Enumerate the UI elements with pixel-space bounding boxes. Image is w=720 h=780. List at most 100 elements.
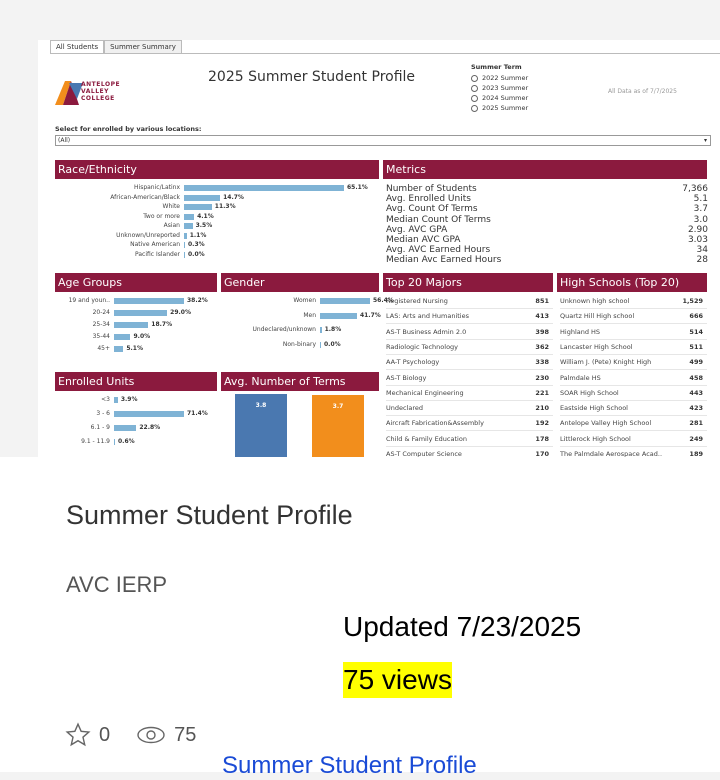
units-bar[interactable] (114, 439, 115, 445)
radio-icon[interactable] (471, 104, 478, 112)
terms-bar[interactable]: 3.7 (312, 395, 364, 457)
high-school-label: Unknown high school (560, 297, 630, 305)
radio-icon[interactable] (471, 74, 478, 82)
major-row[interactable]: Undeclared 210 (386, 401, 553, 417)
tab-summer-summary[interactable]: Summer Summary (104, 40, 182, 53)
high-school-count: 249 (689, 434, 703, 443)
views-count: 75 (174, 723, 197, 746)
metric-row: Number of Students 7,366 (386, 185, 708, 194)
terms-bar-value: 3.8 (255, 401, 267, 409)
high-school-row[interactable]: The Palmdale Aerospace Acad.. 189 (560, 447, 707, 457)
major-row[interactable]: AS-T Business Admin 2.0 398 (386, 325, 553, 340)
high-school-row[interactable]: Unknown high school 1,529 (560, 294, 707, 309)
units-label: 3 - 6 (96, 410, 110, 417)
units-bar[interactable] (114, 425, 137, 431)
gender-bar[interactable] (320, 298, 370, 304)
terms-bar[interactable]: 3.8 (235, 393, 287, 457)
high-school-row[interactable]: Littlerock High School 249 (560, 432, 707, 447)
radio-icon[interactable] (471, 94, 478, 102)
metric-row: Median Count Of Terms 3.0 (386, 215, 708, 224)
major-count: 413 (535, 312, 549, 321)
term-option[interactable]: 2023 Summer (471, 83, 571, 93)
race-bar[interactable] (184, 251, 185, 258)
major-row[interactable]: LAS: Arts and Humanities 413 (386, 309, 553, 325)
high-school-count: 443 (689, 388, 703, 397)
star-icon[interactable] (65, 722, 91, 748)
high-school-row[interactable]: Quartz Hill High school 666 (560, 309, 707, 325)
high-school-row[interactable]: William J. (Pete) Knight High 499 (560, 355, 707, 371)
age-row: 20-24 29.0% (55, 309, 220, 317)
major-label: AS-T Business Admin 2.0 (386, 327, 467, 336)
chevron-down-icon[interactable]: ▾ (704, 136, 707, 145)
race-label: African-American/Black (110, 193, 180, 201)
workbook-link[interactable]: Summer Student Profile (222, 752, 477, 780)
major-count: 192 (535, 419, 549, 428)
major-row[interactable]: Aircraft Fabrication&Assembly 192 (386, 416, 553, 432)
major-count: 221 (535, 388, 549, 397)
major-label: Aircraft Fabrication&Assembly (386, 419, 484, 428)
race-bar[interactable] (184, 213, 195, 220)
units-bar[interactable] (114, 411, 184, 417)
high-school-row[interactable]: Highland HS 514 (560, 325, 707, 340)
major-row[interactable]: Mechanical Engineering 221 (386, 386, 553, 401)
major-label: AS-T Biology (386, 373, 427, 382)
age-bar[interactable] (114, 346, 124, 352)
dashboard-title: 2025 Summer Student Profile (208, 69, 416, 85)
units-row: <3 3.9% (55, 396, 220, 404)
age-row: 19 and youn.. 38.2% (55, 297, 220, 305)
term-option[interactable]: 2025 Summer (471, 103, 571, 113)
location-label: Select for enrolled by various locations… (55, 125, 202, 133)
major-row[interactable]: AS-T Computer Science 170 (386, 447, 553, 457)
terms-bar-value: 3.7 (332, 403, 344, 411)
gender-bar[interactable] (320, 312, 357, 319)
age-value: 18.7% (151, 321, 173, 328)
gender-row: Men 41.7% (221, 312, 406, 320)
race-bar[interactable] (184, 204, 212, 210)
race-bar[interactable] (184, 185, 344, 191)
units-label: 6.1 - 9 (90, 424, 110, 431)
location-select[interactable]: (All) ▾ (55, 135, 711, 146)
race-header: Race/Ethnicity (55, 160, 379, 179)
major-count: 398 (535, 327, 549, 336)
gender-bar[interactable] (320, 327, 322, 333)
units-bar[interactable] (114, 397, 118, 403)
high-school-row[interactable]: Antelope Valley High School 281 (560, 416, 707, 432)
high-school-row[interactable]: Palmdale HS 458 (560, 371, 707, 386)
race-bar[interactable] (184, 223, 193, 229)
metric-label: Median Avc Earned Hours (386, 255, 502, 266)
major-row[interactable]: Radiologic Technology 362 (386, 340, 553, 355)
high-school-row[interactable]: Eastside High School 423 (560, 401, 707, 417)
race-bar[interactable] (184, 242, 185, 248)
major-row[interactable]: AS-T Biology 230 (386, 371, 553, 386)
high-school-row[interactable]: SOAR High School 443 (560, 386, 707, 401)
gender-bar[interactable] (320, 341, 321, 348)
age-bar[interactable] (114, 334, 131, 340)
race-bar[interactable] (184, 232, 187, 239)
high-school-label: Lancaster High School (560, 342, 633, 351)
workbook-title[interactable]: Summer Student Profile (66, 500, 353, 531)
dashboard-thumbnail[interactable]: All Students Summer Summary ANTELOPE VAL… (38, 40, 720, 457)
metric-row: Avg. Enrolled Units 5.1 (386, 194, 708, 205)
term-option-label: 2023 Summer (482, 84, 529, 92)
metric-label: Avg. Enrolled Units (386, 194, 471, 205)
high-school-row[interactable]: Lancaster High School 511 (560, 340, 707, 355)
race-bar[interactable] (184, 194, 221, 201)
logo-text: ANTELOPE VALLEY COLLEGE (81, 81, 120, 102)
age-bar[interactable] (114, 322, 149, 328)
radio-icon[interactable] (471, 84, 478, 92)
major-row[interactable]: AA-T Psychology 338 (386, 355, 553, 371)
age-bar[interactable] (114, 310, 168, 316)
summer-term-title: Summer Term (471, 63, 522, 71)
major-row[interactable]: Registered Nursing 851 (386, 294, 553, 309)
high-school-count: 1,529 (682, 297, 703, 305)
major-row[interactable]: Child & Family Education 178 (386, 432, 553, 447)
race-value: 14.7% (223, 193, 244, 201)
race-row: White 11.3% (55, 203, 380, 211)
race-value: 4.1% (197, 212, 214, 220)
tab-all-students[interactable]: All Students (50, 40, 105, 53)
term-option[interactable]: 2024 Summer (471, 93, 571, 103)
term-option[interactable]: 2022 Summer (471, 73, 571, 83)
workbook-author[interactable]: AVC IERP (66, 572, 167, 598)
age-bar[interactable] (114, 298, 184, 304)
high-schools-header: High Schools (Top 20) (557, 273, 707, 292)
